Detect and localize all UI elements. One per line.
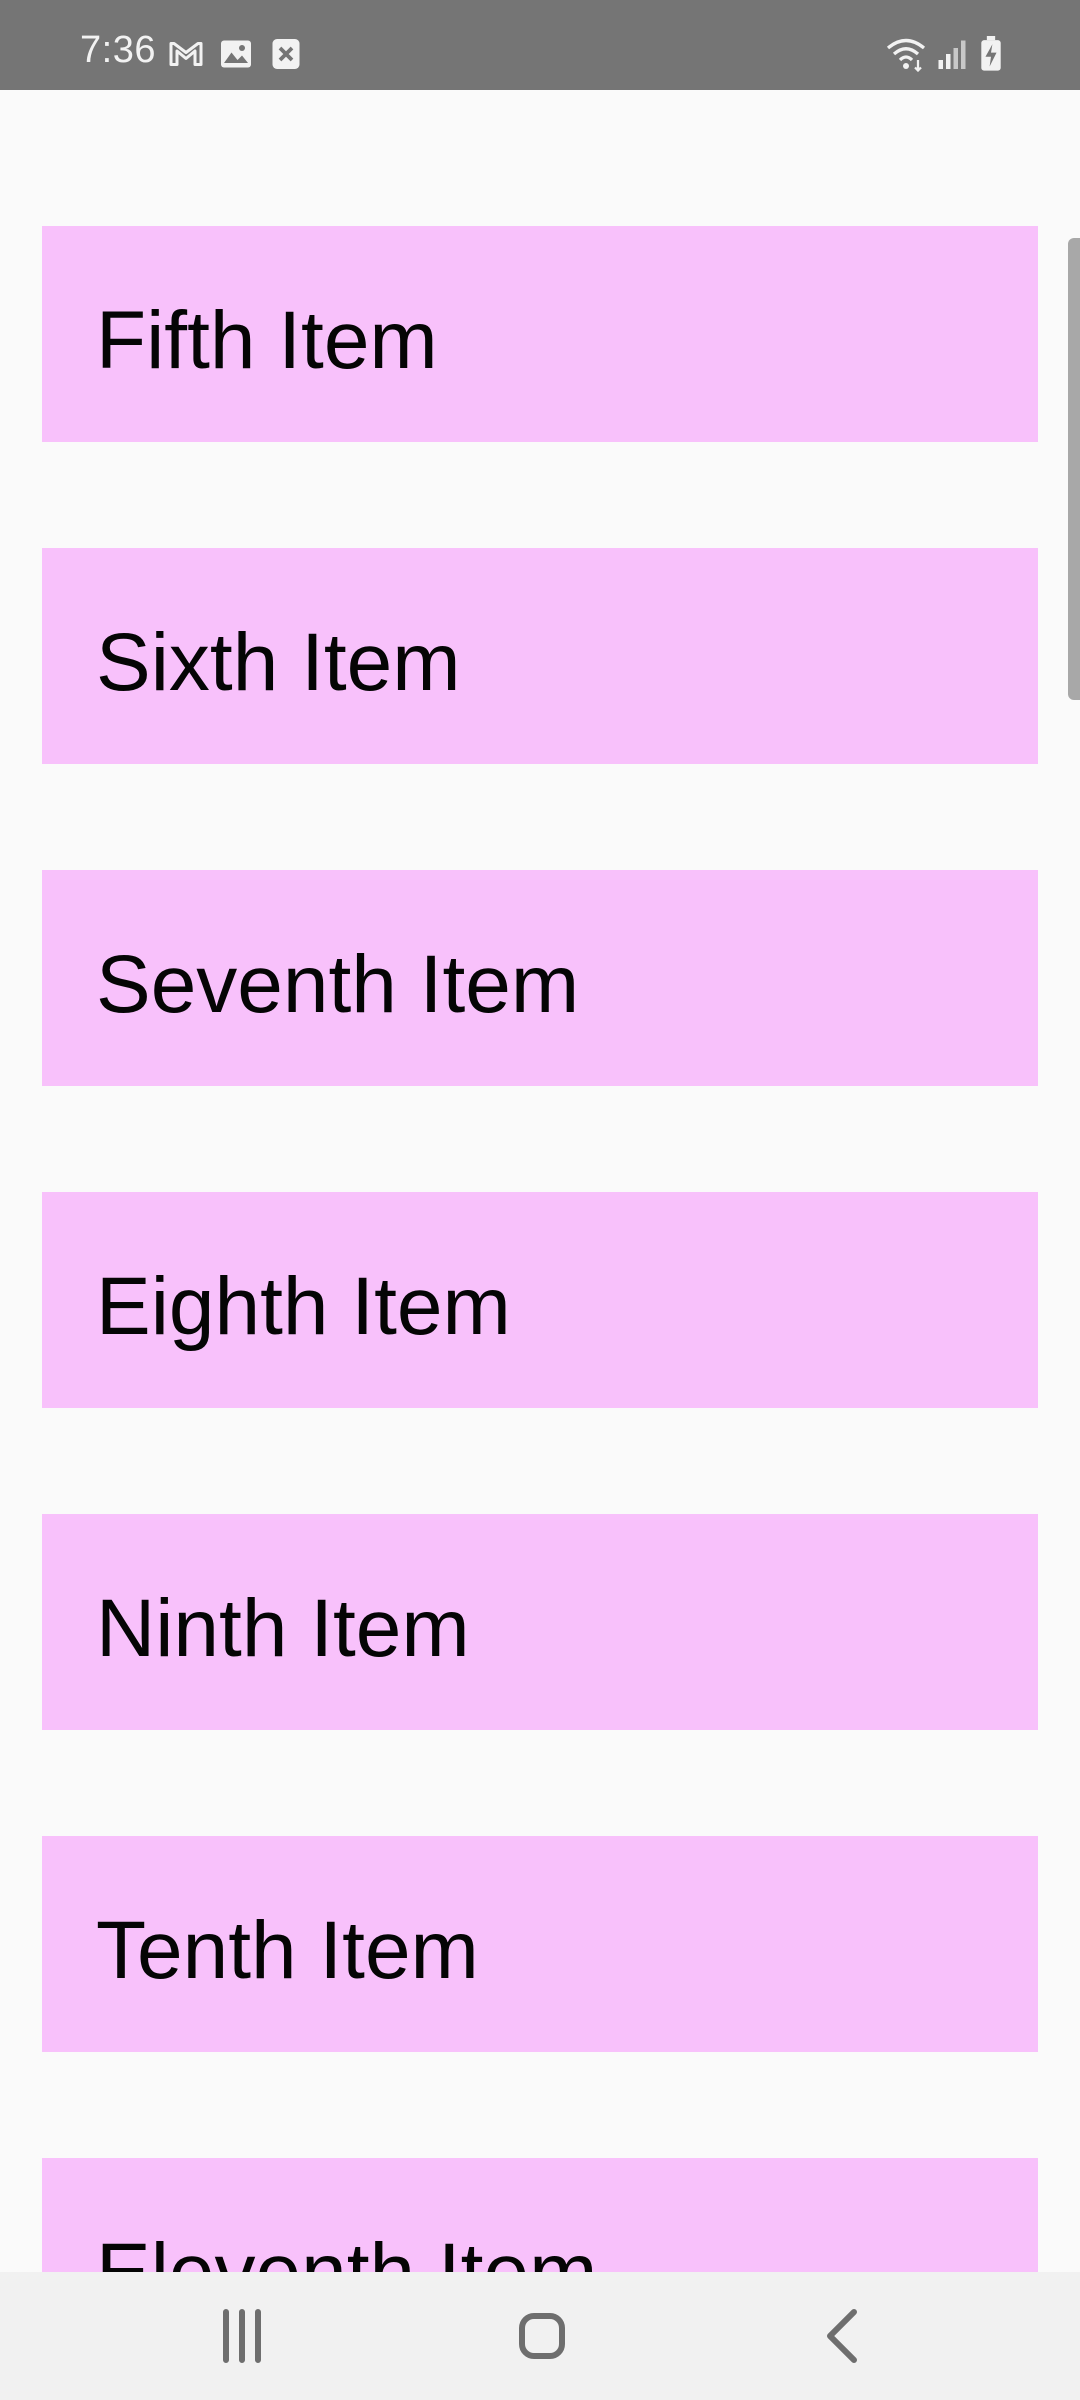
home-icon[interactable] <box>502 2296 582 2376</box>
signal-icon <box>934 36 970 72</box>
recent-apps-icon[interactable] <box>202 2296 282 2376</box>
list-item-label: Eleventh Item <box>96 2228 597 2273</box>
list-item-label: Fifth Item <box>96 295 438 386</box>
status-time: 7:36 <box>80 29 156 71</box>
back-icon[interactable] <box>806 2296 886 2376</box>
list-item[interactable]: Seventh Item <box>42 870 1038 1086</box>
wifi-icon <box>884 36 928 72</box>
app-screen: 7:36 Fifth Item Sixth Item Seventh Item <box>0 0 1080 2400</box>
list-item-label: Tenth Item <box>96 1905 479 1996</box>
list-item[interactable]: Fifth Item <box>42 226 1038 442</box>
gmail-icon <box>168 36 204 72</box>
list-item[interactable]: Eleventh Item <box>42 2158 1038 2272</box>
list-item[interactable]: Ninth Item <box>42 1514 1038 1730</box>
navigation-bar <box>0 2272 1080 2400</box>
list-item-label: Eighth Item <box>96 1261 511 1352</box>
list-item-label: Sixth Item <box>96 617 461 708</box>
list-item[interactable]: Eighth Item <box>42 1192 1038 1408</box>
battery-charging-icon <box>976 36 1006 72</box>
item-list[interactable]: Fifth Item Sixth Item Seventh Item Eight… <box>0 90 1080 2272</box>
status-bar: 7:36 <box>0 0 1080 90</box>
list-item[interactable]: Tenth Item <box>42 1836 1038 2052</box>
list-item-label: Seventh Item <box>96 939 580 1030</box>
gallery-icon <box>218 36 254 72</box>
scrollbar-thumb[interactable] <box>1068 238 1080 700</box>
list-item-label: Ninth Item <box>96 1583 470 1674</box>
list-item[interactable]: Sixth Item <box>42 548 1038 764</box>
blocked-icon <box>268 36 304 72</box>
